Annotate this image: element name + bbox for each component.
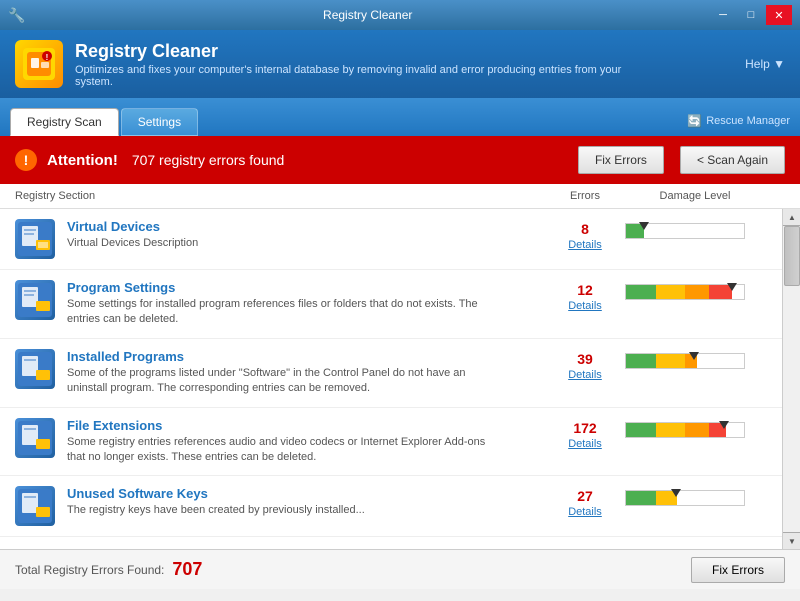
- item-damage: [625, 349, 785, 369]
- items-list: Virtual Devices Virtual Devices Descript…: [0, 209, 800, 549]
- app-description: Optimizes and fixes your computer's inte…: [75, 64, 655, 88]
- scroll-thumb[interactable]: [784, 226, 800, 286]
- item-title[interactable]: Program Settings: [67, 280, 545, 295]
- item-error-count: 172: [545, 420, 625, 436]
- item-title[interactable]: File Extensions: [67, 418, 545, 433]
- help-button[interactable]: Help ▼: [745, 57, 785, 71]
- list-item: Virtual Devices Virtual Devices Descript…: [0, 209, 800, 270]
- attention-label: Attention!: [47, 152, 118, 169]
- rescue-icon: 🔄: [687, 114, 702, 128]
- app-icon: 🔧: [8, 7, 25, 24]
- rescue-manager-link[interactable]: 🔄 Rescue Manager: [687, 114, 790, 136]
- scroll-down-button[interactable]: ▼: [783, 532, 800, 549]
- item-damage: [625, 219, 785, 239]
- close-button[interactable]: ✕: [766, 5, 792, 25]
- damage-bar: [625, 422, 745, 438]
- item-title[interactable]: Unused Software Keys: [67, 486, 545, 501]
- table-header: Registry Section Errors Damage Level: [0, 184, 800, 209]
- svg-text:!: !: [46, 53, 49, 62]
- col-header-section: Registry Section: [15, 190, 545, 202]
- titlebar: 🔧 Registry Cleaner ─ □ ✕: [0, 0, 800, 30]
- scan-again-button[interactable]: < Scan Again: [680, 146, 785, 174]
- app-logo: !: [15, 40, 63, 88]
- item-icon: [15, 349, 55, 389]
- maximize-button[interactable]: □: [738, 5, 764, 25]
- tab-bar: Registry Scan Settings 🔄 Rescue Manager: [0, 98, 800, 136]
- app-header: ! Registry Cleaner Optimizes and fixes y…: [0, 30, 800, 98]
- item-desc: Some registry entries references audio a…: [67, 435, 497, 466]
- attention-icon: !: [15, 149, 37, 171]
- tab-settings[interactable]: Settings: [121, 108, 198, 136]
- damage-bar: [625, 284, 745, 300]
- item-icon: [15, 280, 55, 320]
- item-error-count: 27: [545, 488, 625, 504]
- item-damage: [625, 486, 785, 506]
- item-details-link[interactable]: Details: [545, 369, 625, 381]
- item-title[interactable]: Virtual Devices: [67, 219, 545, 234]
- damage-bar: [625, 490, 745, 506]
- item-error-count: 12: [545, 282, 625, 298]
- damage-bar: [625, 223, 745, 239]
- item-damage: [625, 418, 785, 438]
- item-desc: The registry keys have been created by p…: [67, 503, 497, 518]
- item-icon: [15, 418, 55, 458]
- item-title[interactable]: Installed Programs: [67, 349, 545, 364]
- item-details-link[interactable]: Details: [545, 438, 625, 450]
- col-header-damage: Damage Level: [625, 190, 785, 202]
- list-item: Unused Software Keys The registry keys h…: [0, 476, 800, 537]
- attention-bar: ! Attention! 707 registry errors found F…: [0, 136, 800, 184]
- item-damage: [625, 280, 785, 300]
- item-icon: [15, 486, 55, 526]
- scrollbar[interactable]: ▲ ▼: [782, 209, 800, 549]
- fix-errors-button-bottom[interactable]: Fix Errors: [691, 557, 785, 583]
- list-item: Installed Programs Some of the programs …: [0, 339, 800, 408]
- titlebar-controls: ─ □ ✕: [710, 5, 792, 25]
- item-details-link[interactable]: Details: [545, 300, 625, 312]
- damage-bar: [625, 353, 745, 369]
- footer-count: 707: [172, 559, 202, 580]
- footer: Total Registry Errors Found: 707 Fix Err…: [0, 549, 800, 589]
- item-error-count: 39: [545, 351, 625, 367]
- minimize-button[interactable]: ─: [710, 5, 736, 25]
- item-details-link[interactable]: Details: [545, 239, 625, 251]
- attention-message: 707 registry errors found: [132, 152, 285, 168]
- item-error-count: 8: [545, 221, 625, 237]
- item-desc: Some settings for installed program refe…: [67, 297, 497, 328]
- item-desc: Virtual Devices Description: [67, 236, 497, 251]
- main-content: ! Attention! 707 registry errors found F…: [0, 136, 800, 589]
- list-item: File Extensions Some registry entries re…: [0, 408, 800, 477]
- list-item: Program Settings Some settings for insta…: [0, 270, 800, 339]
- item-icon: [15, 219, 55, 259]
- tab-registry-scan[interactable]: Registry Scan: [10, 108, 119, 136]
- app-name: Registry Cleaner: [75, 41, 655, 62]
- item-desc: Some of the programs listed under "Softw…: [67, 366, 497, 397]
- fix-errors-button-top[interactable]: Fix Errors: [578, 146, 664, 174]
- item-details-link[interactable]: Details: [545, 506, 625, 518]
- col-header-errors: Errors: [545, 190, 625, 202]
- scroll-up-button[interactable]: ▲: [783, 209, 800, 226]
- titlebar-title: Registry Cleaner: [25, 8, 710, 22]
- footer-label: Total Registry Errors Found:: [15, 563, 164, 577]
